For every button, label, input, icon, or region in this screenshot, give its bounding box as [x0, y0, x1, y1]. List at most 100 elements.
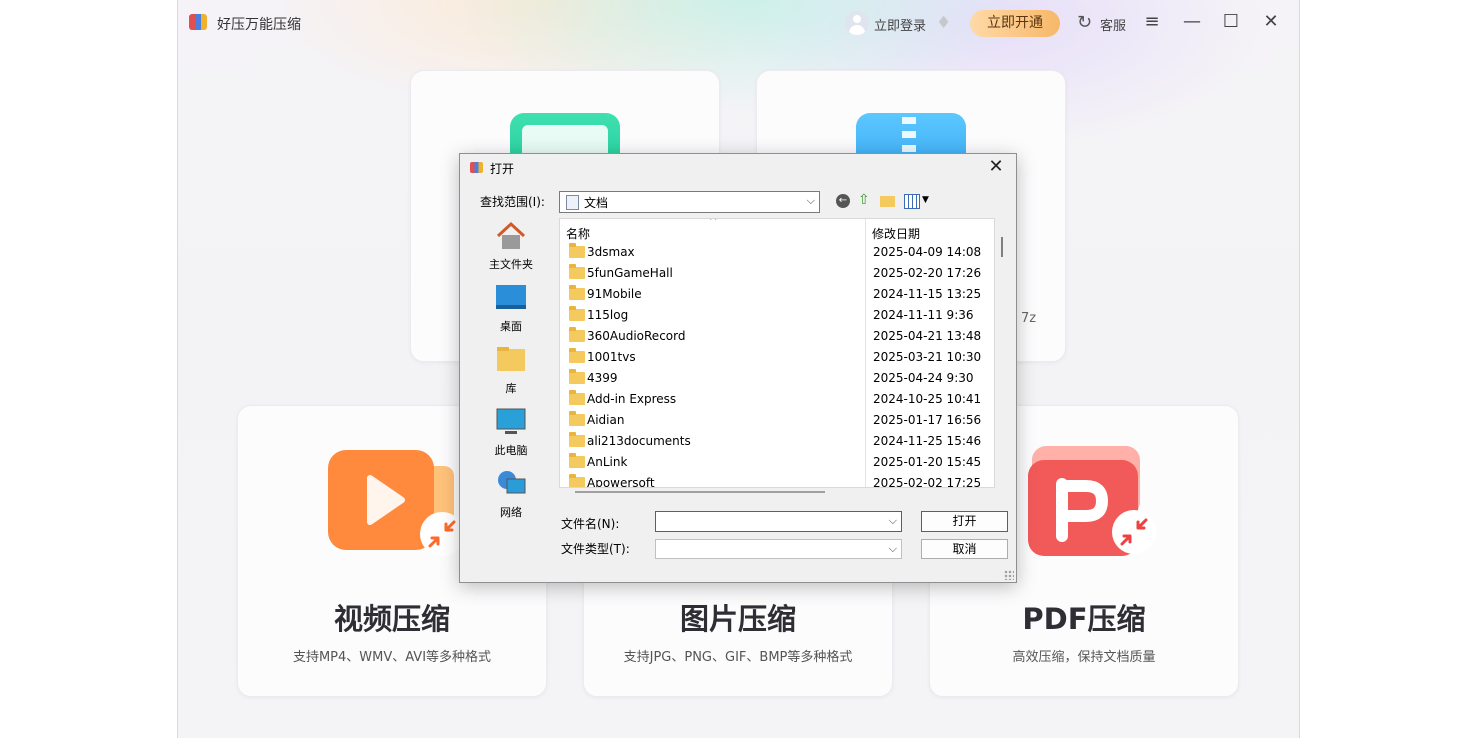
open-file-dialog: 打开 ✕ 查找范围(I): 文档 ⌵ ← ⇧ ▼ 主文件夹 桌面 库 此电脑 网… [459, 153, 1017, 583]
chevron-down-icon[interactable]: ⌵ [889, 514, 897, 528]
file-name: Apowersoft [587, 476, 655, 488]
list-item[interactable]: Aidian 2025-01-17 16:56 [560, 411, 981, 432]
chevron-down-icon: ⌵ [806, 194, 815, 207]
cancel-button[interactable]: 取消 [921, 539, 1008, 559]
dialog-title: 打开 [490, 162, 515, 176]
list-item[interactable]: 5funGameHall 2025-02-20 17:26 [560, 264, 982, 285]
list-item[interactable]: AnLink 2025-01-20 15:45 [560, 453, 982, 474]
vertical-scrollbar[interactable] [1001, 237, 1003, 257]
folder-icon [569, 390, 585, 405]
file-name: AnLink [587, 455, 628, 469]
maximize-icon[interactable]: ☐ [1219, 11, 1243, 32]
view-menu-icon[interactable] [904, 194, 920, 209]
list-item[interactable]: 3dsmax 2025-04-09 14:08 [560, 243, 982, 264]
file-name: 3dsmax [587, 245, 635, 259]
folder-icon [569, 264, 585, 279]
place-desktop[interactable]: 桌面 [477, 283, 545, 334]
folder-icon [569, 348, 585, 363]
file-name: 4399 [587, 371, 618, 385]
pdf-compress-icon [1028, 446, 1156, 556]
place-this-pc[interactable]: 此电脑 [477, 407, 545, 458]
network-icon [498, 471, 526, 494]
title-bar: 好压万能压缩 立即登录 ♦ 立即开通 ↻ 客服 ≡ — ☐ ✕ [178, 0, 1299, 46]
filename-label: 文件名(N): [561, 517, 620, 531]
lookin-label: 查找范围(I): [480, 195, 545, 209]
view-dropdown-icon[interactable]: ▼ [922, 195, 929, 205]
list-item[interactable]: Add-in Express 2024-10-25 10:41 [560, 390, 982, 411]
chevron-down-icon[interactable]: ⌵ [889, 542, 897, 556]
close-icon[interactable]: ✕ [1259, 11, 1283, 32]
login-button[interactable]: 立即登录 [874, 15, 926, 34]
file-date: 2024-11-11 9:36 [873, 308, 974, 322]
open-button[interactable]: 打开 [921, 511, 1008, 532]
image-card-desc: 支持JPG、PNG、GIF、BMP等多种格式 [623, 650, 853, 665]
headset-icon[interactable]: ↻ [1077, 12, 1092, 33]
dialog-logo-icon [470, 162, 483, 173]
file-name: ali213documents [587, 434, 691, 448]
place-label: 库 [505, 382, 517, 395]
folder-icon [569, 432, 585, 447]
list-item[interactable]: 4399 2025-04-24 9:30 [560, 369, 980, 390]
dialog-close-icon[interactable]: ✕ [982, 156, 1010, 177]
file-date: 2024-11-25 15:46 [873, 434, 982, 448]
filetype-label: 文件类型(T): [561, 542, 630, 556]
filetype-select[interactable]: ⌵ [655, 539, 902, 559]
place-library[interactable]: 库 [477, 345, 545, 396]
back-icon[interactable]: ← [836, 194, 850, 208]
folder-icon [569, 243, 585, 258]
up-folder-icon[interactable]: ⇧ [858, 192, 870, 208]
app-title: 好压万能压缩 [217, 17, 301, 33]
file-name: 91Mobile [587, 287, 642, 301]
filename-input[interactable]: ⌵ [655, 511, 902, 532]
list-item[interactable]: 115log 2024-11-11 9:36 [560, 306, 980, 327]
place-home[interactable]: 主文件夹 [477, 221, 545, 272]
folder-icon [569, 327, 585, 342]
file-date: 2025-04-09 14:08 [873, 245, 982, 259]
file-list[interactable]: ^ 名称 修改日期 3dsmax 2025-04-09 14:08 5funGame… [559, 218, 995, 488]
pdf-card-title: PDF压缩 [1022, 602, 1146, 636]
new-folder-icon[interactable] [880, 196, 895, 207]
file-date: 2025-04-24 9:30 [873, 371, 974, 385]
list-item[interactable]: Apowersoft 2025-02-02 17:25 [560, 474, 981, 488]
file-name: 1001tvs [587, 350, 636, 364]
horizontal-scrollbar[interactable] [575, 491, 825, 493]
video-compress-icon [328, 450, 464, 556]
home-icon [496, 221, 526, 249]
desktop-icon [496, 285, 526, 309]
file-date: 2025-01-20 15:45 [873, 455, 982, 469]
file-date: 2024-10-25 10:41 [873, 392, 982, 406]
lookin-select[interactable]: 文档 ⌵ [559, 191, 820, 213]
file-name: 5funGameHall [587, 266, 673, 280]
list-item[interactable]: 360AudioRecord 2025-04-21 13:48 [560, 327, 981, 348]
file-date: 2025-03-21 10:30 [873, 350, 982, 364]
video-card-title: 视频压缩 [333, 602, 450, 636]
place-label: 网络 [500, 506, 522, 519]
file-date: 2024-11-15 13:25 [873, 287, 982, 301]
format-hint: 7z [1021, 311, 1037, 326]
minimize-icon[interactable]: — [1180, 11, 1204, 32]
avatar-icon[interactable] [845, 11, 869, 35]
service-button[interactable]: 客服 [1100, 15, 1126, 34]
folder-icon [569, 453, 585, 468]
vip-button[interactable]: 立即开通 [970, 10, 1060, 37]
diamond-icon[interactable]: ♦ [936, 13, 951, 33]
computer-icon [496, 408, 526, 434]
lookin-value: 文档 [584, 196, 609, 210]
list-item[interactable]: 1001tvs 2025-03-21 10:30 [560, 348, 982, 369]
file-name: Add-in Express [587, 392, 677, 406]
pdf-card-desc: 高效压缩，保持文档质量 [1012, 650, 1156, 665]
place-network[interactable]: 网络 [477, 469, 545, 520]
resize-grip-icon[interactable] [1004, 570, 1014, 580]
image-card-title: 图片压缩 [679, 602, 796, 636]
column-date[interactable]: 修改日期 [872, 225, 920, 242]
list-item[interactable]: ali213documents 2024-11-25 15:46 [560, 432, 982, 453]
file-date: 2025-02-20 17:26 [873, 266, 982, 280]
folder-icon [569, 474, 585, 487]
file-name: 360AudioRecord [587, 329, 686, 343]
place-label: 此电脑 [494, 444, 528, 457]
file-name: 115log [587, 308, 629, 322]
folder-icon [569, 411, 585, 426]
menu-icon[interactable]: ≡ [1140, 11, 1164, 32]
column-name[interactable]: 名称 [566, 225, 590, 242]
list-item[interactable]: 91Mobile 2024-11-15 13:25 [560, 285, 982, 306]
